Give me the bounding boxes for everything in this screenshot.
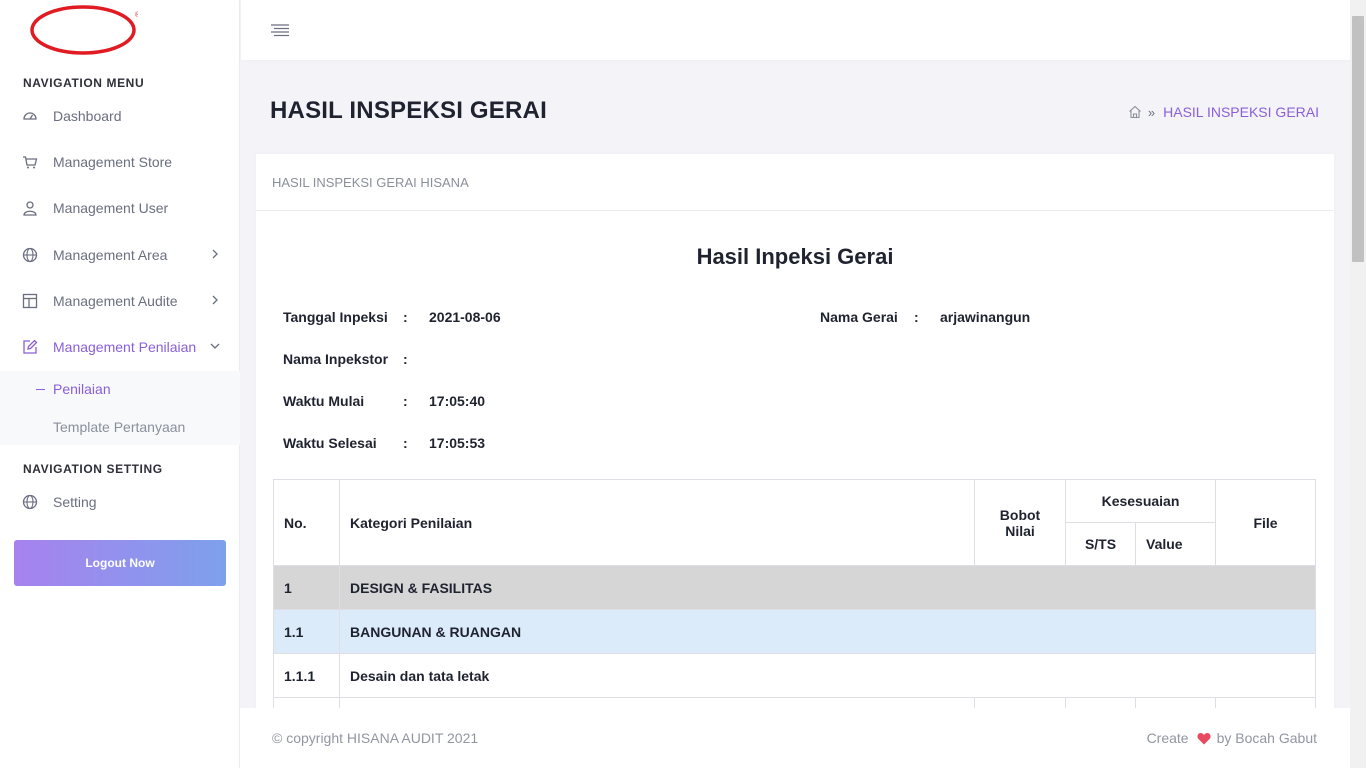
- credit: Create by Bocah Gabut: [1147, 730, 1317, 746]
- user-icon: [22, 200, 38, 216]
- col-header-sts: S/TS: [1065, 522, 1136, 566]
- sidebar-item-management-store[interactable]: Management Store: [0, 142, 240, 182]
- card-title: HASIL INSPEKSI GERAI HISANA: [256, 154, 1334, 211]
- heart-icon: [1197, 732, 1211, 744]
- colon: :: [403, 393, 408, 409]
- colon: :: [914, 309, 919, 325]
- sidebar-item-label: Management Area: [53, 247, 168, 263]
- cell-no: 1.1: [273, 609, 340, 654]
- sidebar-item-label: Dashboard: [53, 108, 122, 124]
- chevron-right-icon: [212, 249, 218, 259]
- col-header-file: File: [1215, 479, 1316, 566]
- submenu-item-penilaian[interactable]: Penilaian: [53, 381, 111, 397]
- colon: :: [403, 309, 408, 325]
- hamburger-menu-icon[interactable]: [270, 22, 290, 38]
- home-icon[interactable]: [1128, 105, 1142, 119]
- table-row: 1.1 BANGUNAN & RUANGAN: [273, 609, 1316, 654]
- credit-create: Create: [1146, 730, 1189, 746]
- registered-mark: ®: [135, 11, 138, 19]
- logout-button[interactable]: Logout Now: [14, 540, 226, 586]
- sidebar-item-label: Management Store: [53, 154, 173, 170]
- tanggal-inspeksi-label: Tanggal Inpeksi: [283, 309, 388, 325]
- waktu-mulai-label: Waktu Mulai: [283, 393, 365, 409]
- chevron-right-icon: [212, 295, 218, 305]
- cell-kategori: DESIGN & FASILITAS: [339, 565, 1316, 610]
- sidebar-item-label: Management User: [53, 200, 169, 216]
- sidebar-item-label: Setting: [53, 494, 97, 510]
- col-header-kesesuaian: Kesesuaian: [1065, 479, 1216, 523]
- layout-icon: [22, 293, 38, 309]
- sidebar: ® NAVIGATION MENU Dashboard Management S…: [0, 0, 240, 768]
- cell-no: 1.1.1: [273, 653, 340, 698]
- sidebar-item-setting[interactable]: Setting: [0, 482, 240, 522]
- dashboard-gauge-icon: [22, 108, 38, 124]
- copyright-text: © copyright HISANA AUDIT 2021: [272, 730, 479, 746]
- footer: © copyright HISANA AUDIT 2021 Create by …: [240, 708, 1350, 768]
- waktu-selesai-label: Waktu Selesai: [283, 435, 377, 451]
- scrollbar-thumb[interactable]: [1352, 16, 1364, 262]
- breadcrumb: » HASIL INSPEKSI GERAI: [1128, 104, 1319, 120]
- tanggal-inspeksi-value: 2021-08-06: [429, 309, 501, 325]
- nama-gerai-value: arjawinangun: [940, 309, 1031, 325]
- col-header-kategori: Kategori Penilaian: [339, 479, 975, 566]
- sidebar-item-management-user[interactable]: Management User: [0, 188, 240, 228]
- col-header-bobot: Bobot Nilai: [974, 479, 1066, 566]
- edit-icon: [22, 339, 38, 355]
- sidebar-item-management-audite[interactable]: Management Audite: [0, 281, 240, 321]
- assessment-table: No. Kategori Penilaian Bobot Nilai Keses…: [273, 479, 1316, 742]
- cart-icon: [22, 154, 38, 170]
- col-header-no: No.: [273, 479, 340, 566]
- report-title: Hasil Inpeksi Gerai: [696, 244, 894, 269]
- active-indicator: [36, 389, 45, 390]
- cell-kategori: BANGUNAN & RUANGAN: [339, 609, 1316, 654]
- breadcrumb-current[interactable]: HASIL INSPEKSI GERAI: [1163, 104, 1319, 120]
- sidebar-item-dashboard[interactable]: Dashboard: [0, 96, 240, 136]
- sidebar-item-label: Management Penilaian: [53, 339, 197, 355]
- report-card: HASIL INSPEKSI GERAI HISANA Hasil Inpeks…: [256, 154, 1334, 768]
- submenu-item-template-pertanyaan[interactable]: Template Pertanyaan: [53, 419, 185, 435]
- sidebar-item-management-area[interactable]: Management Area: [0, 235, 240, 275]
- navigation-setting-heading: NAVIGATION SETTING: [23, 462, 163, 476]
- navigation-menu-heading: NAVIGATION MENU: [23, 76, 145, 90]
- table-row: 1 DESIGN & FASILITAS: [273, 565, 1316, 610]
- nama-inspektor-label: Nama Inpekstor: [283, 351, 389, 367]
- colon: :: [403, 435, 408, 451]
- globe-icon: [22, 247, 38, 263]
- waktu-selesai-value: 17:05:53: [429, 435, 486, 451]
- waktu-mulai-value: 17:05:40: [429, 393, 486, 409]
- cell-no: 1: [273, 565, 340, 610]
- topbar: [241, 0, 1350, 60]
- breadcrumb-separator-icon: »: [1147, 104, 1156, 120]
- sidebar-item-label: Management Audite: [53, 293, 178, 309]
- colon: :: [403, 351, 408, 367]
- sidebar-item-management-penilaian[interactable]: Management Penilaian: [0, 327, 240, 367]
- chevron-down-icon: [210, 343, 220, 349]
- globe-icon: [22, 494, 38, 510]
- credit-by: by Bocah Gabut: [1216, 730, 1317, 746]
- nama-gerai-label: Nama Gerai: [820, 309, 898, 325]
- col-header-value: Value: [1135, 522, 1216, 566]
- brand-logo[interactable]: ®: [30, 4, 138, 56]
- page-title: HASIL INSPEKSI GERAI: [270, 97, 547, 124]
- cell-kategori: Desain dan tata letak: [339, 653, 1316, 698]
- table-row: 1.1.1 Desain dan tata letak: [273, 653, 1316, 698]
